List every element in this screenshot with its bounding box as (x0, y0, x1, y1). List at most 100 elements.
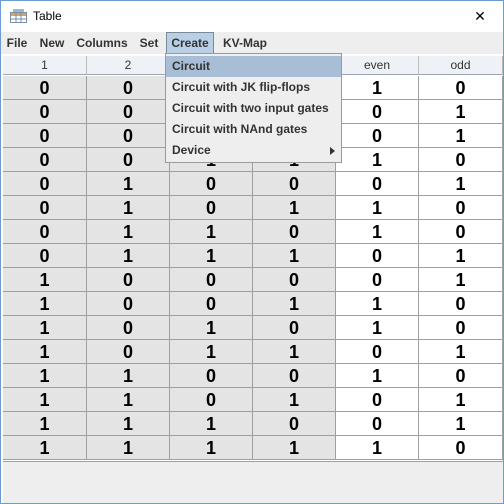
table-cell[interactable]: 1 (170, 244, 253, 268)
table-cell[interactable]: 1 (87, 364, 170, 388)
table-cell[interactable]: 1 (336, 220, 419, 244)
table-cell[interactable]: 1 (336, 316, 419, 340)
table-cell[interactable]: 0 (87, 268, 170, 292)
table-cell[interactable]: 0 (3, 100, 87, 124)
table-cell[interactable]: 0 (419, 196, 503, 220)
table-cell[interactable]: 0 (419, 436, 503, 460)
table-cell[interactable]: 0 (419, 292, 503, 316)
table-cell[interactable]: 0 (3, 76, 87, 100)
menu-columns[interactable]: Columns (72, 32, 132, 54)
table-cell[interactable]: 0 (170, 292, 253, 316)
menu-item-circuit-two-input-gates[interactable]: Circuit with two input gates (166, 98, 341, 119)
table-cell[interactable]: 0 (336, 340, 419, 364)
table-cell[interactable]: 0 (336, 412, 419, 436)
table-cell[interactable]: 1 (336, 292, 419, 316)
table-cell[interactable]: 0 (3, 124, 87, 148)
table-cell[interactable]: 0 (170, 364, 253, 388)
table-cell[interactable]: 1 (3, 388, 87, 412)
table-cell[interactable]: 1 (336, 76, 419, 100)
table-cell[interactable]: 0 (87, 124, 170, 148)
table-cell[interactable]: 1 (419, 268, 503, 292)
table-cell[interactable]: 1 (419, 340, 503, 364)
table-cell[interactable]: 1 (87, 436, 170, 460)
table-cell[interactable]: 0 (170, 172, 253, 196)
table-cell[interactable]: 1 (3, 268, 87, 292)
table-cell[interactable]: 0 (253, 172, 336, 196)
table-cell[interactable]: 1 (336, 364, 419, 388)
table-cell[interactable]: 0 (253, 412, 336, 436)
table-cell[interactable]: 0 (336, 100, 419, 124)
table-cell[interactable]: 1 (87, 220, 170, 244)
table-cell[interactable]: 0 (87, 100, 170, 124)
table-cell[interactable]: 1 (87, 172, 170, 196)
table-cell[interactable]: 1 (336, 436, 419, 460)
table-cell[interactable]: 1 (419, 244, 503, 268)
menu-item-device[interactable]: Device (166, 140, 341, 161)
table-cell[interactable]: 1 (336, 196, 419, 220)
table-cell[interactable]: 1 (419, 172, 503, 196)
table-cell[interactable]: 0 (3, 244, 87, 268)
table-cell[interactable]: 1 (87, 412, 170, 436)
menu-new[interactable]: New (34, 32, 70, 54)
table-cell[interactable]: 1 (253, 340, 336, 364)
table-cell[interactable]: 1 (170, 412, 253, 436)
column-header[interactable]: 1 (3, 56, 87, 75)
table-cell[interactable]: 1 (253, 244, 336, 268)
table-cell[interactable]: 0 (253, 316, 336, 340)
table-cell[interactable]: 1 (419, 100, 503, 124)
table-cell[interactable]: 1 (3, 412, 87, 436)
table-cell[interactable]: 1 (87, 388, 170, 412)
table-cell[interactable]: 1 (170, 220, 253, 244)
table-cell[interactable]: 0 (87, 292, 170, 316)
table-cell[interactable]: 0 (419, 316, 503, 340)
menu-item-circuit-nand-gates[interactable]: Circuit with NAnd gates (166, 119, 341, 140)
menu-kv-map[interactable]: KV-Map (217, 32, 273, 54)
close-button[interactable]: ✕ (457, 1, 503, 31)
table-cell[interactable]: 0 (253, 364, 336, 388)
menu-item-circuit[interactable]: Circuit (166, 56, 341, 77)
table-cell[interactable]: 1 (419, 388, 503, 412)
table-cell[interactable]: 1 (253, 196, 336, 220)
table-cell[interactable]: 0 (419, 364, 503, 388)
table-cell[interactable]: 0 (419, 220, 503, 244)
menu-item-circuit-jk-flip-flops[interactable]: Circuit with JK flip-flops (166, 77, 341, 98)
table-cell[interactable]: 1 (87, 244, 170, 268)
table-cell[interactable]: 1 (3, 292, 87, 316)
table-cell[interactable]: 0 (336, 268, 419, 292)
table-cell[interactable]: 0 (253, 268, 336, 292)
table-cell[interactable]: 0 (3, 172, 87, 196)
table-cell[interactable]: 0 (419, 76, 503, 100)
table-cell[interactable]: 1 (253, 436, 336, 460)
table-cell[interactable]: 1 (170, 316, 253, 340)
column-header[interactable]: 2 (87, 56, 170, 75)
table-cell[interactable]: 0 (87, 340, 170, 364)
column-header[interactable]: odd (419, 56, 503, 75)
table-cell[interactable]: 0 (170, 388, 253, 412)
table-cell[interactable]: 0 (336, 124, 419, 148)
table-cell[interactable]: 1 (170, 340, 253, 364)
table-cell[interactable]: 1 (253, 388, 336, 412)
table-cell[interactable]: 1 (419, 124, 503, 148)
table-cell[interactable]: 1 (87, 196, 170, 220)
menu-file[interactable]: File (3, 32, 31, 54)
table-cell[interactable]: 1 (3, 436, 87, 460)
table-cell[interactable]: 1 (3, 316, 87, 340)
table-cell[interactable]: 0 (336, 388, 419, 412)
table-cell[interactable]: 0 (336, 172, 419, 196)
menu-create[interactable]: Create (166, 32, 214, 54)
table-cell[interactable]: 0 (170, 268, 253, 292)
table-cell[interactable]: 0 (3, 196, 87, 220)
table-cell[interactable]: 0 (87, 316, 170, 340)
table-cell[interactable]: 1 (419, 412, 503, 436)
table-cell[interactable]: 0 (253, 220, 336, 244)
table-cell[interactable]: 1 (336, 148, 419, 172)
table-cell[interactable]: 1 (3, 340, 87, 364)
table-cell[interactable]: 0 (87, 76, 170, 100)
table-cell[interactable]: 0 (336, 244, 419, 268)
column-header[interactable]: even (336, 56, 419, 75)
table-cell[interactable]: 1 (170, 436, 253, 460)
table-cell[interactable]: 0 (419, 148, 503, 172)
table-cell[interactable]: 1 (253, 292, 336, 316)
table-cell[interactable]: 0 (3, 220, 87, 244)
table-cell[interactable]: 1 (3, 364, 87, 388)
